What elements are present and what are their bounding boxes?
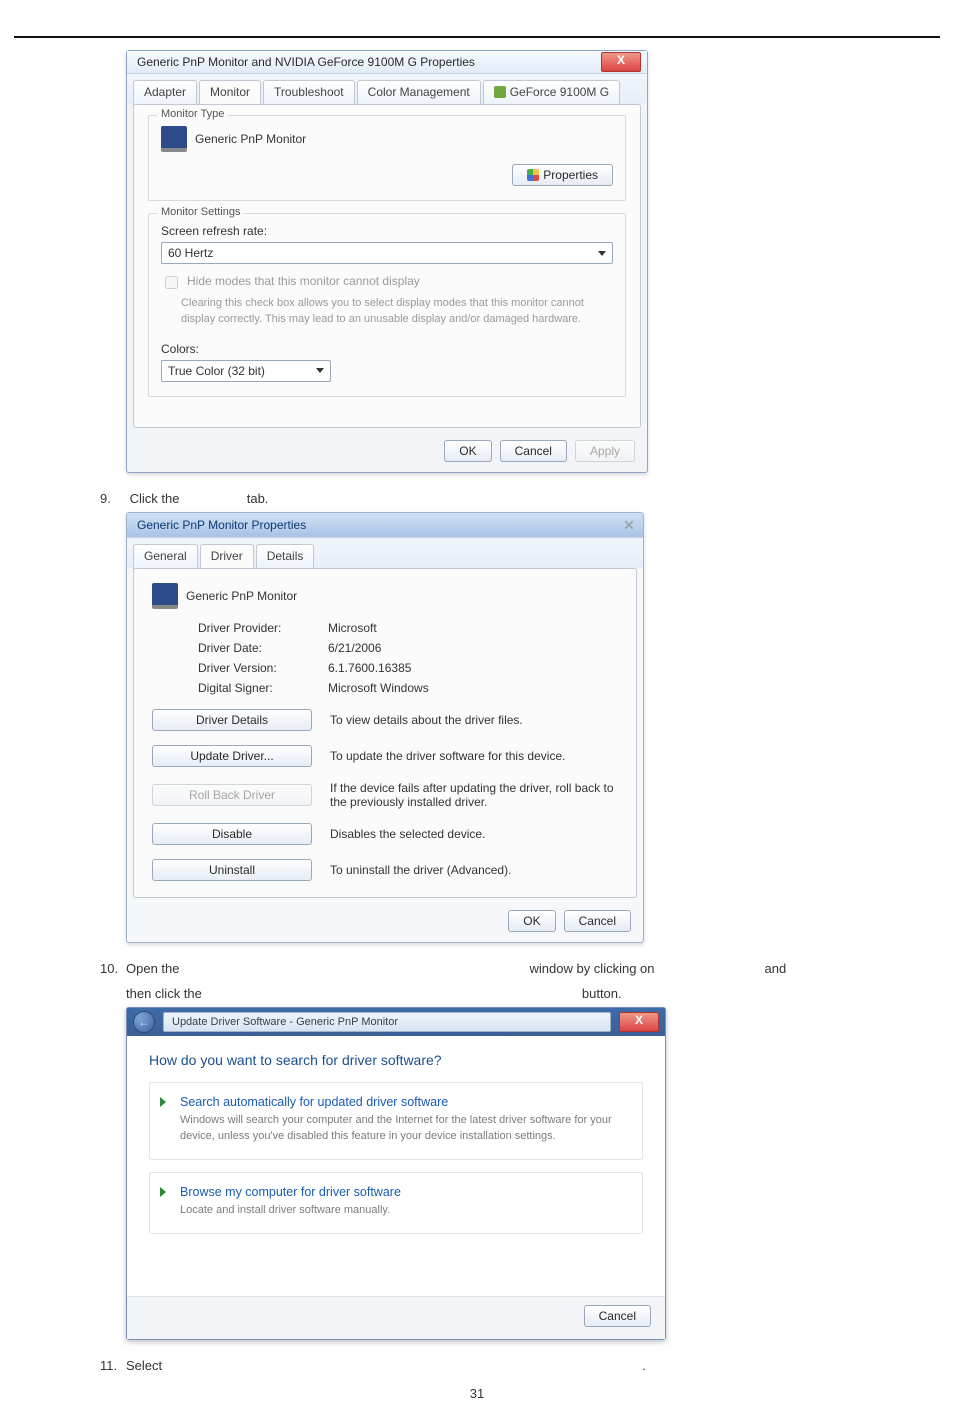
disable-desc: Disables the selected device. (330, 827, 618, 841)
properties-button[interactable]: Properties (512, 164, 613, 186)
ok-button[interactable]: OK (508, 910, 555, 932)
hide-modes-help: Clearing this check box allows you to se… (181, 296, 613, 328)
option-browse-my-computer[interactable]: Browse my computer for driver software L… (149, 1172, 643, 1234)
hide-modes-checkbox[interactable] (165, 276, 178, 289)
roll-back-driver-button: Roll Back Driver (152, 784, 312, 806)
shield-icon (527, 169, 539, 181)
dialog-title: Generic PnP Monitor and NVIDIA GeForce 9… (137, 55, 475, 69)
cancel-button[interactable]: Cancel (584, 1305, 651, 1327)
apply-button: Apply (575, 440, 635, 462)
dialog-title: Generic PnP Monitor Properties (137, 518, 306, 532)
option-title: Search automatically for updated driver … (180, 1095, 628, 1109)
step-10-line2: then click the button. (126, 986, 940, 1001)
back-icon[interactable]: ← (133, 1011, 155, 1033)
tab-details[interactable]: Details (256, 544, 315, 568)
option-title: Browse my computer for driver software (180, 1185, 628, 1199)
driver-version-label: Driver Version: (198, 661, 308, 675)
update-driver-wizard-dialog: ← Update Driver Software - Generic PnP M… (126, 1007, 666, 1340)
close-icon[interactable]: X (619, 1012, 659, 1032)
step-11: 11. Select . (100, 1358, 940, 1373)
close-icon[interactable]: ✕ (621, 517, 637, 533)
wizard-titlebar: ← Update Driver Software - Generic PnP M… (127, 1008, 665, 1036)
monitor-icon (152, 583, 178, 609)
update-driver-button[interactable]: Update Driver... (152, 745, 312, 767)
step-9: 9. Click the tab. (100, 491, 940, 506)
tab-driver[interactable]: Driver (200, 544, 254, 568)
colors-label: Colors: (161, 342, 613, 356)
option-search-automatically[interactable]: Search automatically for updated driver … (149, 1082, 643, 1160)
tab-strip: General Driver Details (127, 538, 643, 568)
uninstall-button[interactable]: Uninstall (152, 859, 312, 881)
tab-monitor[interactable]: Monitor (199, 80, 261, 104)
wizard-heading: How do you want to search for driver sof… (149, 1052, 643, 1068)
monitor-name: Generic PnP Monitor (195, 132, 306, 146)
tab-color-management[interactable]: Color Management (357, 80, 481, 104)
chevron-down-icon (598, 251, 606, 256)
driver-version-value: 6.1.7600.16385 (328, 661, 411, 675)
device-name: Generic PnP Monitor (186, 589, 297, 603)
nvidia-icon (494, 86, 506, 98)
dialog-titlebar: Generic PnP Monitor and NVIDIA GeForce 9… (127, 51, 647, 74)
refresh-rate-select[interactable]: 60 Hertz (161, 242, 613, 264)
colors-select[interactable]: True Color (32 bit) (161, 360, 331, 382)
roll-back-driver-desc: If the device fails after updating the d… (330, 781, 618, 809)
ok-button[interactable]: OK (444, 440, 491, 462)
cancel-button[interactable]: Cancel (500, 440, 567, 462)
option-desc: Windows will search your computer and th… (180, 1113, 628, 1145)
arrow-right-icon (160, 1097, 166, 1107)
driver-details-button[interactable]: Driver Details (152, 709, 312, 731)
cancel-button[interactable]: Cancel (564, 910, 631, 932)
update-driver-desc: To update the driver software for this d… (330, 749, 618, 763)
page-number: 31 (0, 1386, 954, 1401)
uninstall-desc: To uninstall the driver (Advanced). (330, 863, 618, 877)
tab-general[interactable]: General (133, 544, 198, 568)
digital-signer-label: Digital Signer: (198, 681, 308, 695)
driver-details-desc: To view details about the driver files. (330, 713, 618, 727)
arrow-right-icon (160, 1187, 166, 1197)
tab-strip: Adapter Monitor Troubleshoot Color Manag… (127, 74, 647, 104)
driver-provider-value: Microsoft (328, 621, 377, 635)
page-divider (14, 36, 940, 38)
monitor-icon (161, 126, 187, 152)
driver-date-label: Driver Date: (198, 641, 308, 655)
group-monitor-type: Monitor Type (157, 108, 228, 120)
pnp-monitor-properties-dialog: Generic PnP Monitor Properties ✕ General… (126, 512, 644, 943)
driver-date-value: 6/21/2006 (328, 641, 381, 655)
driver-provider-label: Driver Provider: (198, 621, 308, 635)
monitor-properties-dialog: Generic PnP Monitor and NVIDIA GeForce 9… (126, 50, 648, 473)
hide-modes-label: Hide modes that this monitor cannot disp… (187, 274, 420, 288)
tab-geforce[interactable]: GeForce 9100M G (483, 80, 620, 104)
tab-adapter[interactable]: Adapter (133, 80, 197, 104)
chevron-down-icon (316, 368, 324, 373)
group-monitor-settings: Monitor Settings (157, 206, 244, 218)
option-desc: Locate and install driver software manua… (180, 1203, 628, 1219)
disable-button[interactable]: Disable (152, 823, 312, 845)
step-10-line1: 10. Open the window by clicking on and (100, 961, 940, 976)
close-icon[interactable]: X (601, 52, 641, 72)
dialog-titlebar: Generic PnP Monitor Properties ✕ (127, 513, 643, 538)
refresh-rate-label: Screen refresh rate: (161, 224, 613, 238)
digital-signer-value: Microsoft Windows (328, 681, 429, 695)
breadcrumb: Update Driver Software - Generic PnP Mon… (163, 1012, 611, 1032)
tab-troubleshoot[interactable]: Troubleshoot (263, 80, 355, 104)
